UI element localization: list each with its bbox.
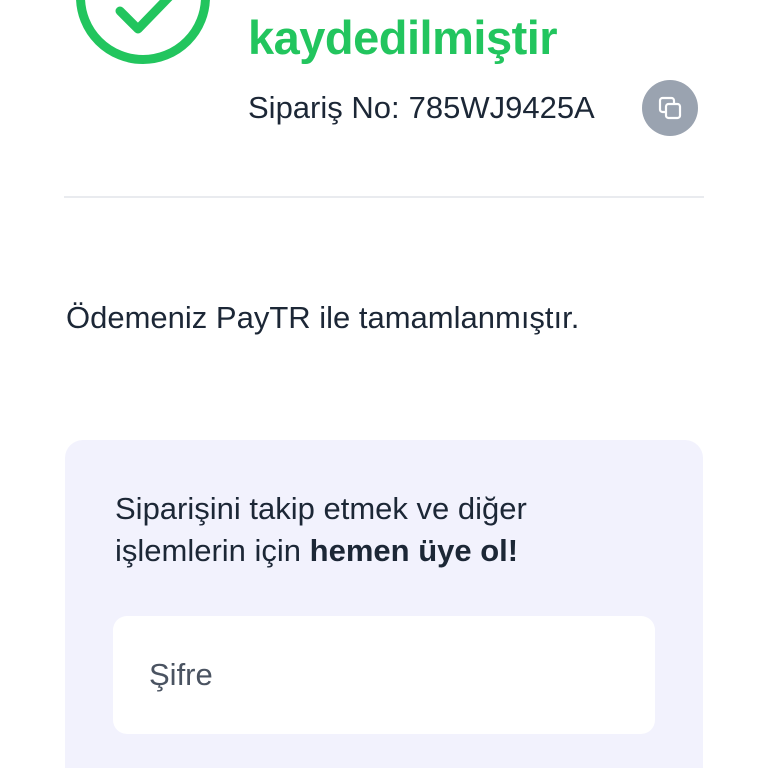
signup-prompt: Siparişini takip etmek ve diğer işlemler…: [115, 488, 635, 572]
order-number-row: Sipariş No: 785WJ9425A: [248, 82, 595, 134]
payment-confirmation-text: Ödemeniz PayTR ile tamamlanmıştır.: [66, 300, 580, 335]
copy-order-number-button[interactable]: [642, 80, 698, 136]
order-number-value: 785WJ9425A: [408, 90, 595, 125]
page-title: kaydedilmiştir: [248, 11, 558, 64]
signup-prompt-line1: Siparişini takip etmek ve diğer: [115, 491, 527, 526]
copy-icon: [658, 96, 682, 120]
check-circle-icon: [76, 0, 210, 64]
signup-card: Siparişini takip etmek ve diğer işlemler…: [65, 440, 703, 768]
divider: [64, 196, 704, 198]
password-input[interactable]: [113, 616, 655, 734]
signup-prompt-line2-prefix: işlemlerin için: [115, 533, 310, 568]
signup-link-text[interactable]: hemen üye ol!: [310, 533, 518, 568]
signup-prompt-line2: işlemlerin için hemen üye ol!: [115, 530, 635, 572]
order-number-label: Sipariş No:: [248, 90, 400, 125]
